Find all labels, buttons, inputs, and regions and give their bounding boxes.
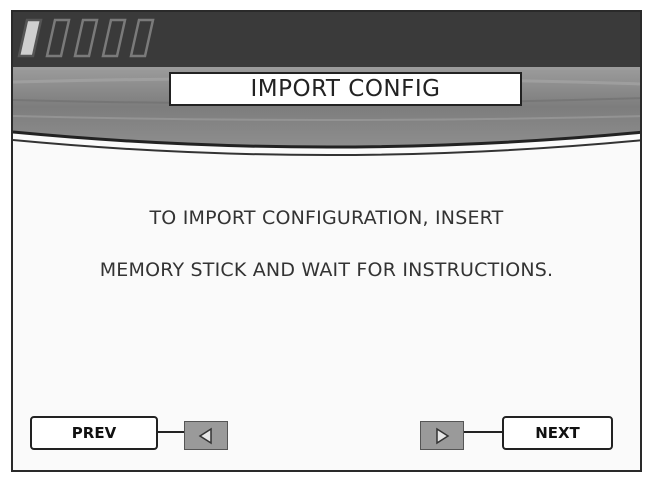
prev-button[interactable]: PREV [30,416,158,450]
next-button[interactable]: NEXT [502,416,613,450]
next-arrow-button[interactable] [420,421,464,450]
prev-connector-line [158,431,184,433]
instruction-line-1: TO IMPORT CONFIGURATION, INSERT [149,207,504,229]
next-connector-line [464,431,502,433]
triangle-right-icon [436,427,450,444]
header-banner: IMPORT CONFIG [13,12,640,172]
prev-arrow-button[interactable] [184,421,228,450]
device-screen: IMPORT CONFIG TO IMPORT CONFIGURATION, I… [11,10,642,472]
triangle-left-icon [198,427,212,444]
page-title: IMPORT CONFIG [169,72,522,106]
instruction-line-2: MEMORY STICK AND WAIT FOR INSTRUCTIONS. [99,259,554,281]
signal-bars-icon [17,18,155,58]
instruction-message: TO IMPORT CONFIGURATION, INSERT MEMORY S… [13,192,640,296]
